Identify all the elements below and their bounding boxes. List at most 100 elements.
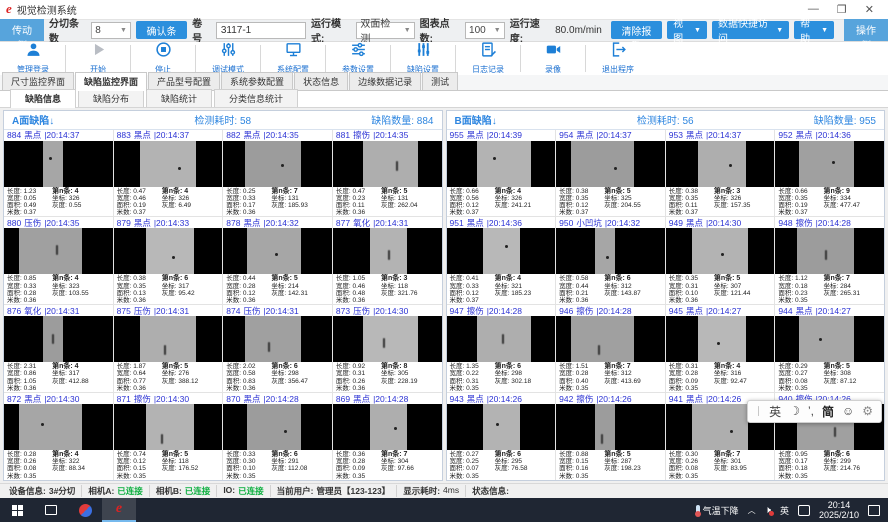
defect-cell[interactable]: 943黑点|20:14:26长度: 0.27宽度: 0.25面积: 0.07米数…: [447, 393, 556, 480]
gear-icon[interactable]: ⚙: [862, 404, 873, 418]
defect-id: 943: [450, 394, 464, 404]
defect-cell[interactable]: 879黑点|20:14:33长度: 0.38宽度: 0.35面积: 0.13米数…: [114, 217, 223, 304]
main-tab-1[interactable]: 缺陷监控界面: [75, 72, 147, 91]
run-mode-select[interactable]: 双面检测▼: [356, 22, 414, 39]
view-menu-button[interactable]: 视图▼: [667, 21, 707, 39]
defect-cell[interactable]: 953黑点|20:14:37长度: 0.38宽度: 0.35面积: 0.11米数…: [666, 130, 775, 217]
taskbar-clock[interactable]: 20:14 2025/2/10: [819, 500, 859, 520]
defect-type: 黑点: [467, 393, 484, 404]
ime-tray-indicator[interactable]: 英: [780, 504, 789, 517]
defect-cell[interactable]: 952黑点|20:14:36长度: 0.66宽度: 0.35面积: 0.19米数…: [775, 130, 884, 217]
defect-cell[interactable]: 881擦伤|20:14:35长度: 0.47宽度: 0.23面积: 0.11米数…: [333, 130, 442, 217]
defect-cell[interactable]: 884黑点|20:14:37长度: 1.23宽度: 0.05面积: 0.49米数…: [4, 130, 113, 217]
defect-cell[interactable]: 874压伤|20:14:31长度: 2.02宽度: 0.58面积: 0.83米数…: [223, 305, 332, 392]
main-tab-2[interactable]: 产品型号配置: [148, 72, 220, 90]
toolbar-button-exit[interactable]: 退出程序: [587, 42, 649, 75]
defect-cell[interactable]: 944黑点|20:14:27长度: 0.29宽度: 0.27面积: 0.08米数…: [775, 305, 884, 392]
defect-mark: [164, 345, 166, 355]
defect-cell[interactable]: 950小凹坑|20:14:32长度: 0.58宽度: 0.44面积: 0.21米…: [556, 217, 665, 304]
defect-measurements: 长度: 0.47宽度: 0.23面积: 0.11米数: 0.36: [336, 188, 379, 217]
defect-cell[interactable]: 876氧化|20:14:31长度: 2.31宽度: 0.86面积: 1.05米数…: [4, 305, 113, 392]
volume-icon[interactable]: 🕨: [765, 505, 771, 516]
toolbar-button-stop[interactable]: 停止: [132, 42, 194, 75]
camera-icon: [545, 41, 562, 63]
help-menu-button[interactable]: 帮助▼: [794, 21, 834, 39]
data-shortcut-menu-button[interactable]: 数据快捷访问▼: [712, 21, 789, 39]
emoji-icon[interactable]: ☺: [842, 404, 854, 418]
defect-cell[interactable]: 872黑点|20:14:30长度: 0.28宽度: 0.26面积: 0.08米数…: [4, 393, 113, 480]
strip-number: 第n条: 7: [823, 275, 881, 282]
notification-center-icon[interactable]: [868, 505, 880, 516]
defect-cell[interactable]: 954黑点|20:14:37长度: 0.38宽度: 0.35面积: 0.12米数…: [556, 130, 665, 217]
sub-tab-3[interactable]: 分类信息统计: [214, 89, 298, 107]
toolbar-button-levels[interactable]: 缺陷设置: [392, 42, 454, 75]
measurement-line: 面积: 0.10: [669, 290, 712, 297]
measurement-line: 米数: 0.36: [336, 385, 379, 392]
measurement-line: 宽度: 0.86: [7, 370, 50, 377]
hidden-icons-chevron[interactable]: ︿: [748, 505, 756, 516]
defect-cell[interactable]: 875压伤|20:14:31长度: 1.87宽度: 0.64面积: 0.77米数…: [114, 305, 223, 392]
start-button[interactable]: [0, 498, 34, 522]
defect-cell[interactable]: 873压伤|20:14:30长度: 0.92宽度: 0.31面积: 0.26米数…: [333, 305, 442, 392]
taskbar-app-inspection[interactable]: e: [102, 498, 136, 522]
defect-cell[interactable]: 947擦伤|20:14:28长度: 1.35宽度: 0.22面积: 0.31米数…: [447, 305, 556, 392]
toolbar-separator: [195, 45, 196, 72]
moon-icon[interactable]: ☽: [789, 404, 800, 418]
defect-cell[interactable]: 870黑点|20:14:28长度: 0.33宽度: 0.30面积: 0.10米数…: [223, 393, 332, 480]
defect-cell[interactable]: 878黑点|20:14:32长度: 0.44宽度: 0.28面积: 0.12米数…: [223, 217, 332, 304]
ime-simplified-toggle[interactable]: 简: [822, 403, 834, 420]
toolbar-button-debug-sliders[interactable]: 调试模式: [197, 42, 259, 75]
defect-cell[interactable]: 946擦伤|20:14:28长度: 1.51宽度: 0.28面积: 0.40米数…: [556, 305, 665, 392]
defect-cell[interactable]: 945黑点|20:14:27长度: 0.31宽度: 0.28面积: 0.09米数…: [666, 305, 775, 392]
close-button[interactable]: ✕: [865, 3, 874, 16]
weather-widget[interactable]: 气温下降: [696, 504, 739, 517]
defect-cell[interactable]: 942擦伤|20:14:26长度: 0.88宽度: 0.15面积: 0.16米数…: [556, 393, 665, 480]
ime-lang-toggle[interactable]: 英: [769, 403, 781, 420]
toolbar-button-monitor[interactable]: 系统配置: [262, 42, 324, 75]
defect-cell-header: 953黑点|20:14:37: [666, 130, 775, 141]
strip-count-select[interactable]: 8▼: [91, 22, 131, 39]
main-tab-4[interactable]: 状态信息: [294, 72, 348, 90]
sub-tab-0[interactable]: 缺陷信息: [10, 89, 76, 108]
chart-points-select[interactable]: 100▼: [465, 22, 505, 39]
taskbar-app-browser[interactable]: [68, 498, 102, 522]
confirm-count-button[interactable]: 确认条数: [136, 21, 187, 39]
defect-cell[interactable]: 880压伤|20:14:35长度: 0.85宽度: 0.33面积: 0.28米数…: [4, 217, 113, 304]
keyboard-tray-icon[interactable]: [798, 505, 810, 516]
toolbar-button-user[interactable]: 管理登录: [2, 42, 64, 75]
punctuation-toggle[interactable]: ’,: [808, 404, 814, 418]
ime-toolbar[interactable]: ∣ 英 ☽ ’, 简 ☺ ⚙: [747, 400, 882, 423]
drive-side-button[interactable]: 传动侧: [0, 19, 44, 41]
defect-cell[interactable]: 877氧化|20:14:31长度: 1.05宽度: 0.46面积: 0.48米数…: [333, 217, 442, 304]
roll-number-input[interactable]: 3117-1: [216, 22, 306, 39]
toolbar-button-tune[interactable]: 参数设置: [327, 42, 389, 75]
main-tab-3[interactable]: 系统参数配置: [221, 72, 293, 90]
sub-tab-1[interactable]: 缺陷分布: [78, 89, 144, 107]
clear-alarm-button[interactable]: 清除报警: [611, 21, 662, 39]
defect-cell[interactable]: 882黑点|20:14:35长度: 0.25宽度: 0.33面积: 0.17米数…: [223, 130, 332, 217]
toolbar-button-play[interactable]: 开始: [67, 42, 129, 75]
task-view-button[interactable]: [34, 498, 68, 522]
defect-cell[interactable]: 948擦伤|20:14:28长度: 1.12宽度: 0.18面积: 0.23米数…: [775, 217, 884, 304]
defect-cell[interactable]: 871擦伤|20:14:30长度: 0.74宽度: 0.12面积: 0.15米数…: [114, 393, 223, 480]
defect-cell[interactable]: 869黑点|20:14:28长度: 0.36宽度: 0.28面积: 0.09米数…: [333, 393, 442, 480]
defect-cell[interactable]: 955黑点|20:14:39长度: 0.66宽度: 0.56面积: 0.12米数…: [447, 130, 556, 217]
main-tab-6[interactable]: 测试: [422, 72, 458, 90]
coord-line: 坐标: 131: [381, 195, 439, 202]
toolbar-button-camera[interactable]: 录像: [522, 42, 584, 75]
defect-cell[interactable]: 883黑点|20:14:37长度: 0.47宽度: 0.46面积: 0.19米数…: [114, 130, 223, 217]
maximize-button[interactable]: ❐: [837, 3, 847, 16]
main-tab-5[interactable]: 边缘数据记录: [349, 72, 421, 90]
main-tab-0[interactable]: 尺寸监控界面: [2, 72, 74, 90]
ime-grip-icon[interactable]: ∣: [756, 406, 761, 417]
operator-side-button[interactable]: 操作侧: [844, 19, 888, 41]
defect-cell[interactable]: 949黑点|20:14:30长度: 0.35宽度: 0.31面积: 0.10米数…: [666, 217, 775, 304]
chevron-down-icon: ▼: [694, 27, 701, 34]
toolbar-button-log[interactable]: 日志记录: [457, 42, 519, 75]
sub-tab-2[interactable]: 缺陷统计: [146, 89, 212, 107]
defect-info: 长度: 0.85宽度: 0.33面积: 0.28米数: 0.36第n条: 4坐标…: [4, 274, 113, 304]
minimize-button[interactable]: —: [808, 3, 819, 16]
chevron-down-icon: ▼: [404, 27, 411, 34]
defect-info: 长度: 1.87宽度: 0.64面积: 0.77米数: 0.36第n条: 5坐标…: [114, 362, 223, 392]
defect-cell[interactable]: 951黑点|20:14:36长度: 0.41宽度: 0.33面积: 0.12米数…: [447, 217, 556, 304]
